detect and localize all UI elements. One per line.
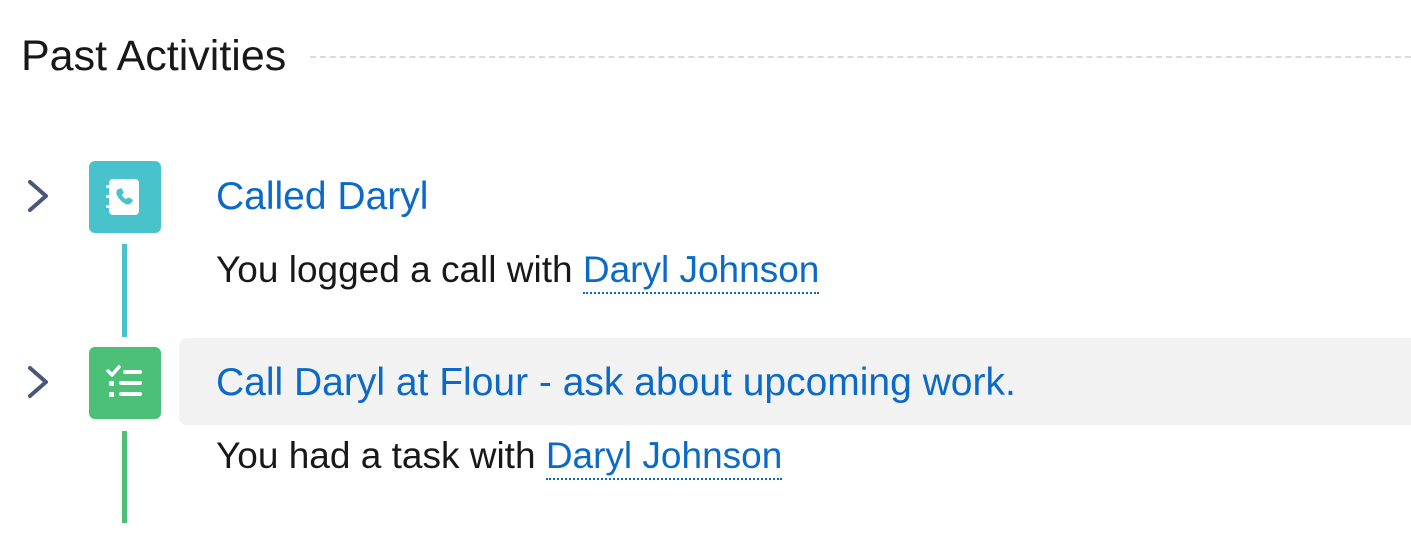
call-log-icon [89, 161, 161, 233]
timeline-connector [122, 244, 127, 337]
section-divider [310, 56, 1411, 58]
activity-description: You logged a call with Daryl Johnson [216, 247, 820, 294]
contact-link[interactable]: Daryl Johnson [545, 435, 783, 480]
activity-title-link[interactable]: Called Daryl [216, 174, 428, 220]
task-list-icon [89, 347, 161, 419]
activity-description-text: You had a task with [216, 435, 536, 476]
expand-chevron-icon[interactable] [26, 364, 50, 400]
section-title: Past Activities [21, 32, 287, 80]
activity-description: You had a task with Daryl Johnson [216, 433, 783, 480]
timeline-connector [122, 431, 127, 523]
activity-title-link[interactable]: Call Daryl at Flour - ask about upcoming… [216, 360, 1016, 406]
past-activities-header: Past Activities [21, 28, 1411, 84]
expand-chevron-icon[interactable] [26, 178, 50, 214]
activity-description-text: You logged a call with [216, 249, 573, 290]
activity-timeline: Past Activities Called Daryl You logged … [0, 0, 1411, 551]
contact-link[interactable]: Daryl Johnson [582, 249, 820, 294]
